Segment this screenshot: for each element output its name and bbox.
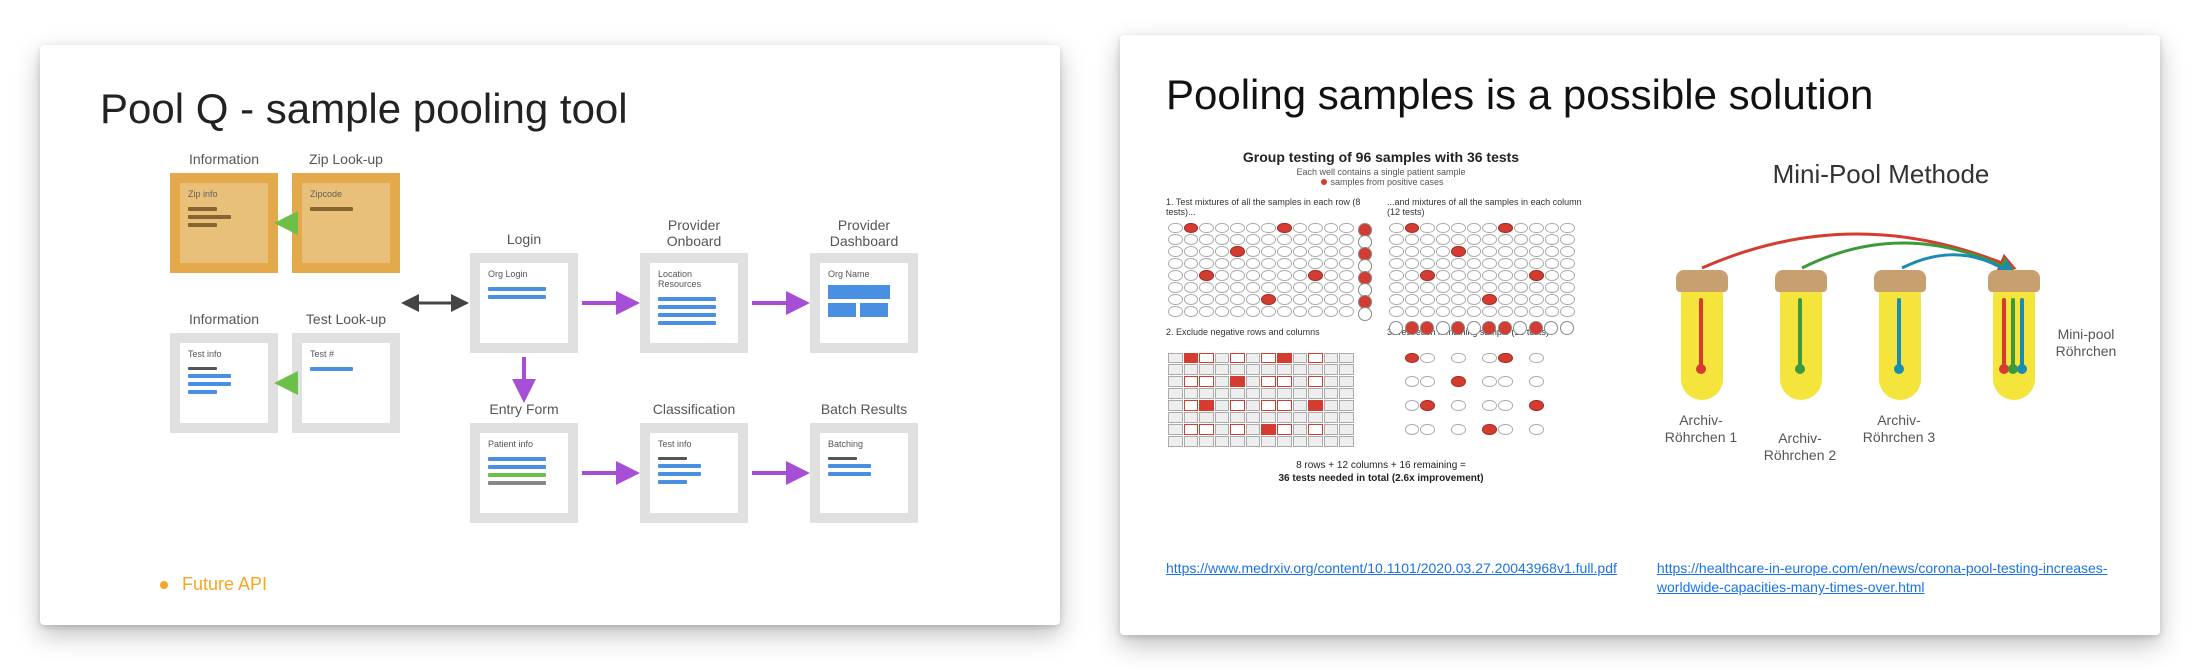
box-information-2: Information Test info: [170, 333, 278, 433]
slide-title: Pooling samples is a possible solution: [1166, 71, 2120, 119]
plate-remaining: [1387, 351, 1577, 449]
step-1a-label: 1. Test mixtures of all the samples in e…: [1166, 197, 1375, 219]
tube-1-label: Archiv-Röhrchen 1: [1656, 412, 1746, 446]
future-api-bullet: Future API: [160, 574, 267, 595]
group-testing-figure: Group testing of 96 samples with 36 test…: [1166, 149, 1596, 549]
plate-rows: [1166, 221, 1356, 319]
tube-2-label: Archiv-Röhrchen 2: [1755, 430, 1845, 464]
box-inner-title: Zip info: [180, 183, 268, 199]
slide-body: Group testing of 96 samples with 36 test…: [1166, 149, 2120, 549]
box-cap: Information: [170, 311, 278, 328]
minipool-title: Mini-Pool Methode: [1646, 159, 2116, 190]
box-batch-results: Batch Results Batching: [810, 423, 918, 523]
box-inner-title: Test #: [302, 343, 390, 359]
step-1b-label: ...and mixtures of all the samples in ea…: [1387, 197, 1596, 219]
gt-sub-2: samples from positive cases: [1330, 177, 1443, 187]
box-inner-title: Org Name: [820, 263, 908, 279]
future-api-text: Future API: [182, 574, 267, 594]
box-inner-title: Patient info: [480, 433, 568, 449]
box-information-1: Information Zip info: [170, 173, 278, 273]
red-dot-icon: [1321, 179, 1327, 185]
gt-foot-1: 8 rows + 12 columns + 16 remaining =: [1296, 460, 1466, 471]
box-cap: Zip Look-up: [292, 151, 400, 168]
source-links: https://www.medrxiv.org/content/10.1101/…: [1166, 559, 2120, 598]
slide-pair: Pool Q - sample pooling tool Information…: [0, 0, 2200, 669]
slide-pooling: Pooling samples is a possible solution G…: [1120, 35, 2160, 635]
box-cap: Classification: [640, 401, 748, 418]
link-healthcare-europe[interactable]: https://healthcare-in-europe.com/en/news…: [1657, 559, 2117, 598]
plate-cols: [1387, 221, 1577, 319]
box-cap: Login: [470, 231, 578, 248]
box-cap: Test Look-up: [292, 311, 400, 328]
box-entry-form: Entry Form Patient info: [470, 423, 578, 523]
box-provider-dashboard: Provider Dashboard Org Name: [810, 253, 918, 353]
box-classification: Classification Test info: [640, 423, 748, 523]
gt-footer: 8 rows + 12 columns + 16 remaining = 36 …: [1166, 459, 1596, 485]
flow-diagram: Information Zip info Zip Look-up Zipcode…: [100, 143, 1000, 543]
box-provider-onboard: Provider Onboard Location Resources: [640, 253, 748, 353]
box-cap: Batch Results: [810, 401, 918, 418]
box-zip-lookup: Zip Look-up Zipcode: [292, 173, 400, 273]
tube-diagram: Archiv-Röhrchen 1 Archiv-Röhrchen 2 Arch…: [1646, 220, 2116, 460]
box-cap: Provider Onboard: [640, 217, 748, 251]
box-inner-title: Org Login: [480, 263, 568, 279]
step-2-label: 2. Exclude negative rows and columns: [1166, 327, 1375, 349]
gt-foot-2: 36 tests needed in total (2.6x improveme…: [1278, 473, 1483, 484]
tube-3: [1879, 270, 1921, 400]
gt-sub-1: Each well contains a single patient samp…: [1296, 167, 1465, 177]
tube-2: [1780, 270, 1822, 400]
box-login: Login Org Login: [470, 253, 578, 353]
box-inner-title: Batching: [820, 433, 908, 449]
box-cap: Provider Dashboard: [810, 217, 918, 251]
box-inner-title: Test info: [180, 343, 268, 359]
tube-1: [1681, 270, 1723, 400]
bullet-icon: [160, 581, 168, 589]
box-cap: Entry Form: [470, 401, 578, 418]
box-cap: Information: [170, 151, 278, 168]
tube-minipool: [1993, 270, 2035, 400]
slide-title: Pool Q - sample pooling tool: [100, 85, 1020, 133]
slide-poolq: Pool Q - sample pooling tool Information…: [40, 45, 1060, 625]
box-inner-title: Zipcode: [302, 183, 390, 199]
plate-exclude: [1166, 351, 1356, 449]
gt-title: Group testing of 96 samples with 36 test…: [1166, 149, 1596, 165]
minipool-figure: Mini-Pool Methode: [1646, 149, 2116, 549]
gt-subtitle: Each well contains a single patient samp…: [1166, 167, 1596, 187]
box-inner-title: Test info: [650, 433, 738, 449]
link-medrxiv[interactable]: https://www.medrxiv.org/content/10.1101/…: [1166, 559, 1617, 598]
tube-mp-label: Mini-pool Röhrchen: [2046, 326, 2126, 360]
box-test-lookup: Test Look-up Test #: [292, 333, 400, 433]
box-inner-title: Location Resources: [650, 263, 738, 289]
tube-3-label: Archiv-Röhrchen 3: [1854, 412, 1944, 446]
